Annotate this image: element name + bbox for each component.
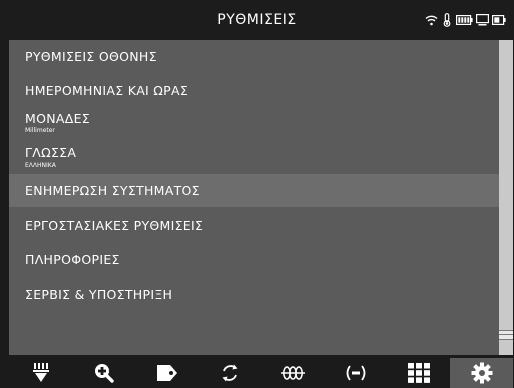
tab-tag[interactable]	[135, 358, 198, 388]
zoom-in-icon	[94, 364, 114, 383]
menu-item-label: ΕΡΓΟΣΤΑΣΙΑΚΕΣ ΡΥΘΜΙΣΕΙΣ	[25, 218, 204, 233]
settings-menu: ΡΥΘΜΙΣΕΙΣ ΟΘΟΝΗΣ ΗΜΕΡΟΜΗΝΙΑΣ ΚΑΙ ΩΡΑΣ ΜΟ…	[9, 40, 499, 355]
menu-item-label: ΕΝΗΜΕΡΩΣΗ ΣΥΣΤΗΜΑΤΟΣ	[25, 183, 200, 198]
menu-item-value: ΕΛΛΗΝΙΚΑ	[25, 162, 56, 169]
temperature-icon	[443, 13, 451, 27]
status-icons	[425, 13, 506, 27]
menu-item-value: Millimeter	[25, 127, 55, 134]
menu-item-label: ΣΕΡΒΙΣ & ΥΠΟΣΤΗΡΙΞΗ	[25, 287, 173, 302]
wifi-icon	[425, 15, 438, 26]
menu-item-label: ΜΟΝΑΔΕΣ	[25, 111, 90, 126]
device-icon	[476, 14, 489, 26]
probe-icon	[32, 363, 49, 382]
menu-item-label: ΠΛΗΡΟΦΟΡΙΕΣ	[25, 252, 120, 267]
battery-level-icon	[492, 15, 506, 25]
header-bar: ΡΥΘΜΙΣΕΙΣ	[0, 0, 514, 40]
menu-item-information[interactable]: ΠΛΗΡΟΦΟΡΙΕΣ	[9, 243, 499, 276]
menu-item-label: ΡΥΘΜΙΣΕΙΣ ΟΘΟΝΗΣ	[25, 49, 157, 64]
menu-item-display-settings[interactable]: ΡΥΘΜΙΣΕΙΣ ΟΘΟΝΗΣ	[9, 40, 499, 73]
battery-icon	[456, 15, 473, 25]
rotate-icon	[222, 364, 237, 382]
scrollbar-thumb[interactable]	[499, 330, 513, 340]
tab-probe[interactable]	[9, 358, 72, 388]
tab-rotate[interactable]	[198, 358, 261, 388]
tab-zoom[interactable]	[72, 358, 135, 388]
menu-item-language[interactable]: ΓΛΩΣΣΑ ΕΛΛΗΝΙΚΑ	[9, 141, 499, 174]
menu-item-factory-settings[interactable]: ΕΡΓΟΣΤΑΣΙΑΚΕΣ ΡΥΘΜΙΣΕΙΣ	[9, 208, 499, 241]
grid-icon	[407, 363, 430, 383]
menu-item-label: ΓΛΩΣΣΑ	[25, 145, 77, 160]
menu-item-system-update[interactable]: ΕΝΗΜΕΡΩΣΗ ΣΥΣΤΗΜΑΤΟΣ	[9, 174, 499, 207]
tab-coil[interactable]	[261, 358, 324, 388]
menu-item-date-time[interactable]: ΗΜΕΡΟΜΗΝΙΑΣ ΚΑΙ ΩΡΑΣ	[9, 73, 499, 106]
tab-grid[interactable]	[387, 358, 450, 388]
bottom-tab-bar	[9, 358, 513, 388]
menu-item-units[interactable]: ΜΟΝΑΔΕΣ Millimeter	[9, 108, 499, 141]
gear-icon	[471, 362, 492, 384]
tag-icon	[156, 365, 177, 381]
scrollbar[interactable]	[499, 40, 513, 355]
coil-icon	[280, 366, 305, 380]
tab-settings[interactable]	[450, 358, 513, 388]
menu-item-label: ΗΜΕΡΟΜΗΝΙΑΣ ΚΑΙ ΩΡΑΣ	[25, 83, 189, 98]
menu-item-service-support[interactable]: ΣΕΡΒΙΣ & ΥΠΟΣΤΗΡΙΞΗ	[9, 278, 499, 311]
tab-signal[interactable]	[324, 358, 387, 388]
signal-icon	[346, 365, 365, 381]
